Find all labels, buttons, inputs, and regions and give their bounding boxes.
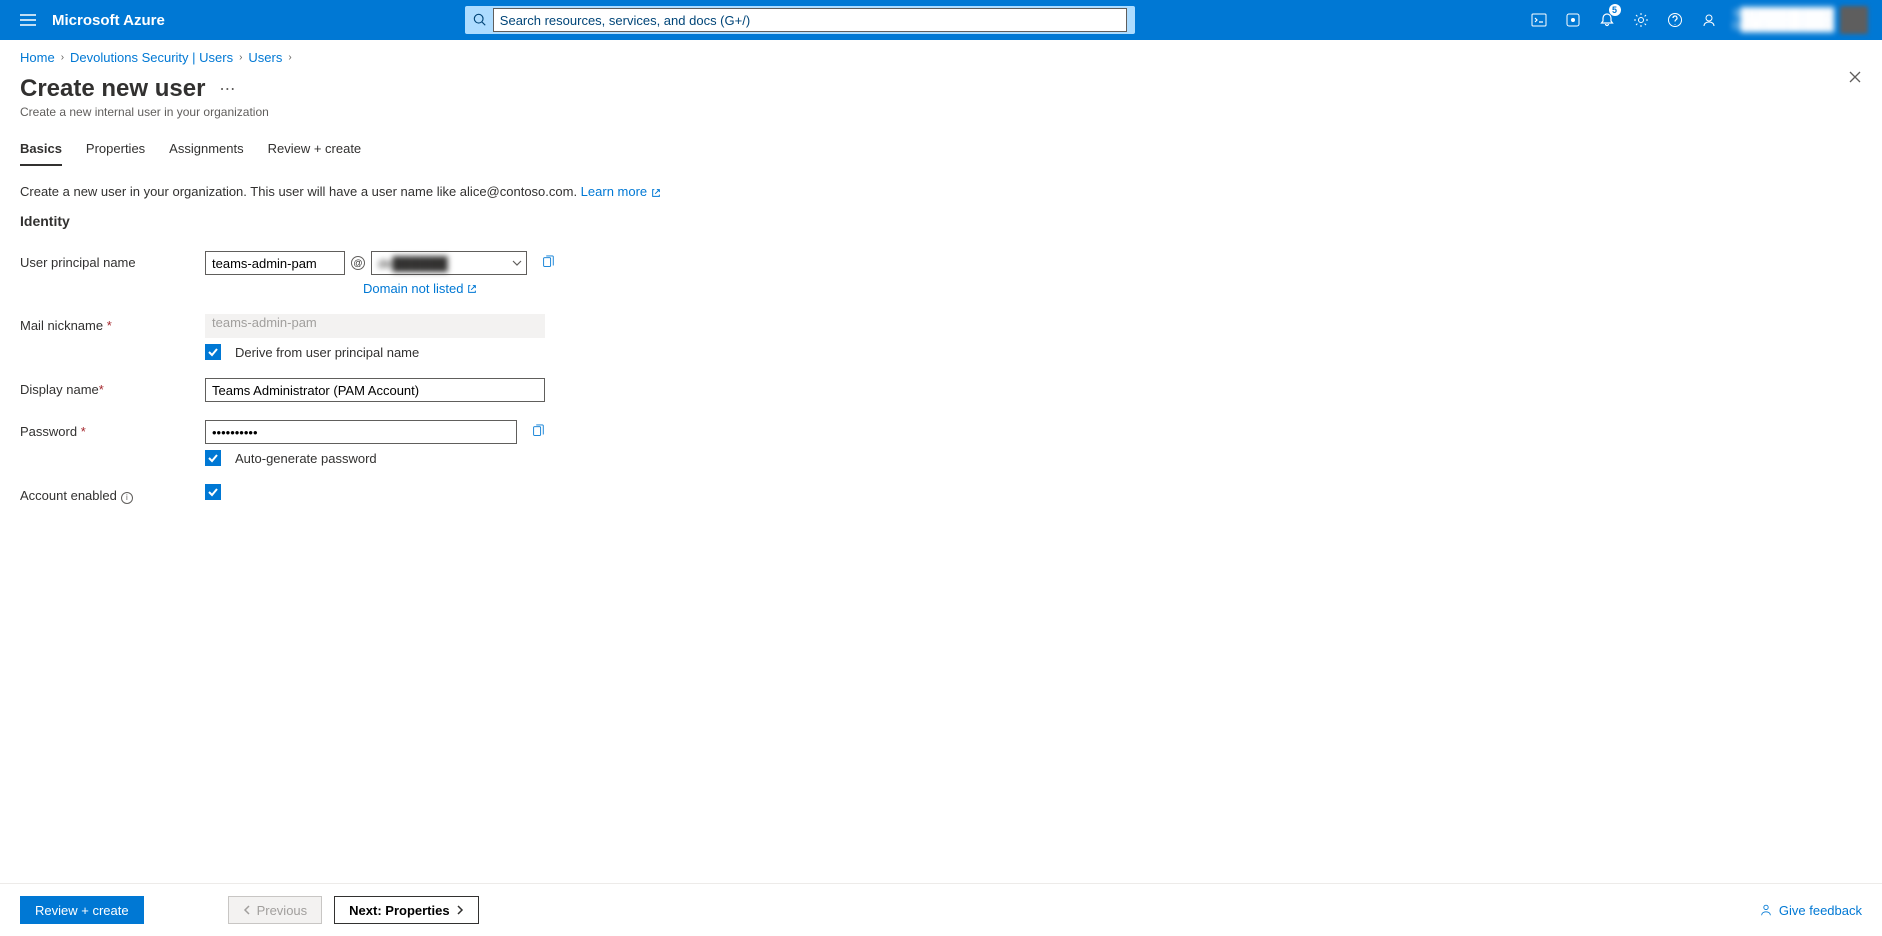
- hamburger-menu-icon[interactable]: [8, 0, 48, 40]
- feedback-icon[interactable]: [1693, 0, 1725, 40]
- learn-more-link[interactable]: Learn more: [581, 184, 661, 199]
- cloud-shell-icon[interactable]: [1523, 0, 1555, 40]
- check-icon: [207, 346, 219, 358]
- upn-input[interactable]: [205, 251, 345, 275]
- brand-label[interactable]: Microsoft Azure: [52, 12, 165, 29]
- avatar: [1840, 6, 1868, 34]
- tab-basics[interactable]: Basics: [20, 141, 62, 166]
- tab-assignments[interactable]: Assignments: [169, 141, 243, 166]
- settings-gear-icon[interactable]: [1625, 0, 1657, 40]
- notification-badge: 5: [1609, 4, 1621, 16]
- derive-checkbox[interactable]: [205, 344, 221, 360]
- copilot-icon[interactable]: [1557, 0, 1589, 40]
- close-blade-button[interactable]: [1848, 70, 1862, 87]
- give-feedback-link[interactable]: Give feedback: [1759, 903, 1862, 918]
- display-name-label: Display name*: [20, 378, 205, 397]
- derive-checkbox-label: Derive from user principal name: [235, 345, 419, 360]
- autogen-password-checkbox[interactable]: [205, 450, 221, 466]
- wizard-footer: Review + create Previous Next: Propertie…: [0, 883, 1882, 936]
- domain-not-listed-link[interactable]: Domain not listed: [363, 281, 555, 296]
- display-name-input[interactable]: [205, 378, 545, 402]
- more-actions-icon[interactable]: ⋯: [215, 79, 239, 99]
- identity-section-header: Identity: [20, 213, 1862, 229]
- search-input[interactable]: [493, 8, 1127, 32]
- at-symbol: @: [351, 256, 365, 270]
- azure-top-bar: Microsoft Azure 5 S████████████ D███████…: [0, 0, 1882, 40]
- tab-review-create[interactable]: Review + create: [268, 141, 362, 166]
- mail-nickname-input: teams-admin-pam: [205, 314, 545, 338]
- tab-description: Create a new user in your organization. …: [20, 184, 1862, 199]
- top-right-icons: 5 S████████████ D████████████: [1523, 0, 1874, 40]
- chevron-right-icon: ›: [239, 52, 242, 63]
- breadcrumb-home[interactable]: Home: [20, 50, 55, 65]
- upn-label: User principal name: [20, 251, 205, 270]
- chevron-left-icon: [243, 905, 251, 915]
- search-icon: [473, 13, 487, 27]
- account-text: S████████████ D████████████: [1733, 8, 1834, 32]
- tab-properties[interactable]: Properties: [86, 141, 145, 166]
- mail-nickname-label: Mail nickname *: [20, 314, 205, 333]
- page-title: Create new user: [20, 75, 205, 103]
- account-menu[interactable]: S████████████ D████████████: [1727, 6, 1874, 34]
- account-enabled-checkbox[interactable]: [205, 484, 221, 500]
- external-link-icon: [651, 188, 661, 198]
- chevron-right-icon: ›: [61, 52, 64, 63]
- password-input[interactable]: [205, 420, 517, 444]
- help-icon[interactable]: [1659, 0, 1691, 40]
- identity-form: User principal name @ de██████ Domain no…: [20, 251, 1862, 504]
- feedback-person-icon: [1759, 903, 1773, 917]
- next-properties-button[interactable]: Next: Properties: [334, 896, 478, 924]
- password-label: Password *: [20, 420, 205, 439]
- copy-password-icon[interactable]: [531, 424, 545, 441]
- global-search[interactable]: [465, 6, 1135, 34]
- breadcrumb-users[interactable]: Users: [248, 50, 282, 65]
- review-create-button[interactable]: Review + create: [20, 896, 144, 924]
- chevron-right-icon: ›: [288, 52, 291, 63]
- chevron-down-icon: [512, 258, 522, 268]
- page-subtitle: Create a new internal user in your organ…: [20, 105, 1862, 119]
- tab-bar: Basics Properties Assignments Review + c…: [20, 141, 1862, 166]
- page-content: Home › Devolutions Security | Users › User…: [0, 40, 1882, 878]
- domain-select[interactable]: de██████: [371, 251, 527, 275]
- breadcrumb-security-users[interactable]: Devolutions Security | Users: [70, 50, 233, 65]
- info-icon[interactable]: i: [121, 492, 133, 504]
- external-link-icon: [467, 284, 477, 294]
- check-icon: [207, 486, 219, 498]
- breadcrumb: Home › Devolutions Security | Users › User…: [20, 50, 1862, 65]
- notifications-icon[interactable]: 5: [1591, 0, 1623, 40]
- previous-button: Previous: [228, 896, 323, 924]
- chevron-right-icon: [456, 905, 464, 915]
- autogen-password-label: Auto-generate password: [235, 451, 377, 466]
- account-enabled-label: Account enabledi: [20, 484, 205, 504]
- copy-upn-icon[interactable]: [541, 255, 555, 272]
- check-icon: [207, 452, 219, 464]
